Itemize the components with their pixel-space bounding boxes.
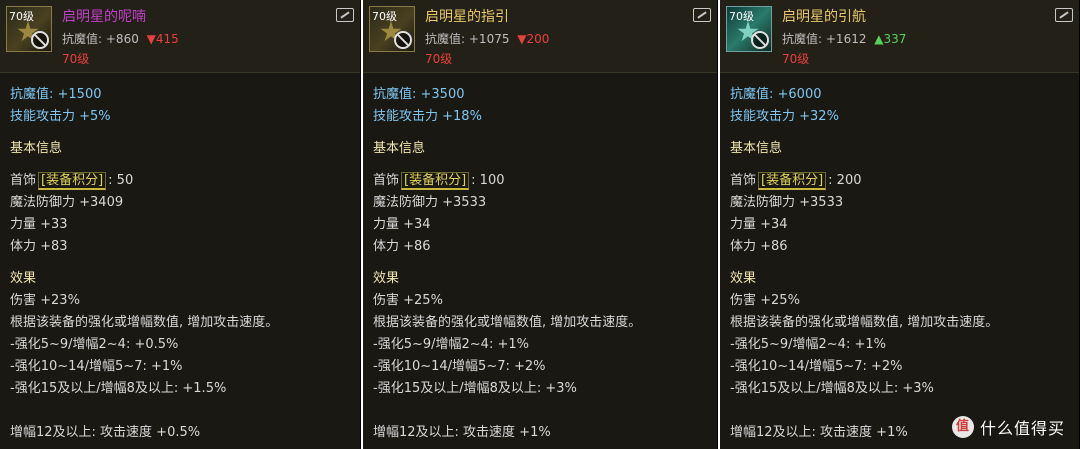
effect-line: 伤害 +23% <box>10 293 80 308</box>
item-level-badge: 70级 <box>729 10 754 23</box>
item-name: 启明星的指引 <box>425 9 509 25</box>
stat-label: 抗魔值: <box>782 32 823 46</box>
item-tooltip-panel-3: 70级 启明星的引航 抗魔值: +1612 ▲337 70级 抗魔值: +600… <box>720 0 1080 449</box>
effect-line: 根据该装备的强化或增幅数值, 增加攻击速度。 <box>10 315 279 330</box>
compare-icon[interactable] <box>1055 8 1073 22</box>
effect-line: 伤害 +25% <box>373 293 443 308</box>
effect-title: 效果 <box>373 271 400 286</box>
watermark: 值 什么值得买 <box>951 415 1065 439</box>
effect-line: 伤害 +25% <box>730 293 800 308</box>
equipment-score-tag[interactable]: [装备积分] <box>401 172 470 190</box>
score-prefix: 首饰 <box>730 173 757 188</box>
required-level: 70级 <box>782 52 810 66</box>
basic-stat-line: 力量 +33 <box>10 217 68 232</box>
effect-line: -强化5~9/增幅2~4: +1% <box>373 337 529 352</box>
tooltip-body: 抗魔值: +6000 技能攻击力 +32% 基本信息 首饰 [装备积分]: 200… <box>730 84 1073 444</box>
basic-stat-line: 魔法防御力 +3533 <box>730 195 844 210</box>
score-value: : 100 <box>471 173 505 188</box>
effect-line: 根据该装备的强化或增幅数值, 增加攻击速度。 <box>730 315 999 330</box>
effect-line: -强化5~9/增幅2~4: +1% <box>730 337 886 352</box>
stat-line: 抗魔值: +860 ▼415 <box>62 30 179 47</box>
tooltip-header: 70级 启明星的指引 抗魔值: +1075 ▼200 70级 <box>363 0 717 73</box>
equipment-score-line: 首饰 [装备积分]: 100 <box>373 170 711 192</box>
equipment-score-tag[interactable]: [装备积分] <box>38 172 107 190</box>
tooltip-header: 70级 启明星的呢喃 抗魔值: +860 ▼415 70级 <box>0 0 360 73</box>
basic-stat-line: 体力 +83 <box>10 239 68 254</box>
stat-value: +1075 <box>468 32 510 46</box>
item-icon[interactable]: 70级 <box>6 6 52 52</box>
stat-value: +1612 <box>825 32 867 46</box>
effect-line: -强化15及以上/增幅8及以上: +3% <box>373 381 577 396</box>
basic-stat-line: 魔法防御力 +3409 <box>10 195 124 210</box>
top-stat-line: 抗魔值: +1500 <box>10 87 102 102</box>
stat-line: 抗魔值: +1612 ▲337 <box>782 30 906 47</box>
compare-icon[interactable] <box>336 8 354 22</box>
stat-diff: ▼415 <box>146 32 179 46</box>
effect-title: 效果 <box>730 271 757 286</box>
top-stat-line: 技能攻击力 +18% <box>373 109 482 124</box>
stat-label: 抗魔值: <box>62 32 103 46</box>
basic-info-title: 基本信息 <box>373 141 426 156</box>
basic-stat-line: 体力 +86 <box>373 239 431 254</box>
prohibited-icon <box>394 31 412 49</box>
item-tooltip-panel-1: 70级 启明星的呢喃 抗魔值: +860 ▼415 70级 抗魔值: +1500… <box>0 0 361 449</box>
prohibited-icon <box>31 31 49 49</box>
tooltip-body: 抗魔值: +1500 技能攻击力 +5% 基本信息 首饰 [装备积分]: 50 魔… <box>10 84 354 444</box>
effect-line: -强化15及以上/增幅8及以上: +3% <box>730 381 934 396</box>
equipment-score-tag[interactable]: [装备积分] <box>758 172 827 190</box>
item-icon[interactable]: 70级 <box>726 6 772 52</box>
compare-icon[interactable] <box>693 8 711 22</box>
basic-stat-line: 力量 +34 <box>373 217 431 232</box>
tooltip-body: 抗魔值: +3500 技能攻击力 +18% 基本信息 首饰 [装备积分]: 100… <box>373 84 711 444</box>
required-level: 70级 <box>62 52 90 66</box>
bottom-effect-line: 增幅12及以上: 攻击速度 +0.5% <box>10 425 201 440</box>
equipment-score-line: 首饰 [装备积分]: 200 <box>730 170 1073 192</box>
basic-stat-line: 魔法防御力 +3533 <box>373 195 487 210</box>
effect-line: 根据该装备的强化或增幅数值, 增加攻击速度。 <box>373 315 642 330</box>
equipment-score-line: 首饰 [装备积分]: 50 <box>10 170 354 192</box>
stat-line: 抗魔值: +1075 ▼200 <box>425 30 549 47</box>
basic-info-title: 基本信息 <box>10 141 63 156</box>
effect-line: -强化10~14/增幅5~7: +1% <box>10 359 183 374</box>
smzdm-logo-icon: 值 <box>951 416 974 438</box>
bottom-effect-line: 增幅12及以上: 攻击速度 +1% <box>373 425 551 440</box>
prohibited-icon <box>751 31 769 49</box>
score-value: : 200 <box>828 173 862 188</box>
basic-stat-line: 力量 +34 <box>730 217 788 232</box>
item-name: 启明星的引航 <box>782 9 866 25</box>
effect-line: -强化10~14/增幅5~7: +2% <box>730 359 903 374</box>
top-stat-line: 技能攻击力 +5% <box>10 109 111 124</box>
stat-diff: ▲337 <box>874 32 907 46</box>
effect-line: -强化5~9/增幅2~4: +0.5% <box>10 337 179 352</box>
required-level: 70级 <box>425 52 453 66</box>
basic-stat-line: 体力 +86 <box>730 239 788 254</box>
effect-line: -强化15及以上/增幅8及以上: +1.5% <box>10 381 227 396</box>
stat-label: 抗魔值: <box>425 32 466 46</box>
item-level-badge: 70级 <box>372 10 397 23</box>
stat-value: +860 <box>105 32 139 46</box>
tooltip-header: 70级 启明星的引航 抗魔值: +1612 ▲337 70级 <box>720 0 1079 73</box>
score-prefix: 首饰 <box>10 173 37 188</box>
item-level-badge: 70级 <box>9 10 34 23</box>
score-prefix: 首饰 <box>373 173 400 188</box>
top-stat-line: 技能攻击力 +32% <box>730 109 839 124</box>
stat-diff: ▼200 <box>517 32 550 46</box>
top-stat-line: 抗魔值: +6000 <box>730 87 822 102</box>
effect-line: -强化10~14/增幅5~7: +2% <box>373 359 546 374</box>
effect-title: 效果 <box>10 271 37 286</box>
top-stat-line: 抗魔值: +3500 <box>373 87 465 102</box>
item-icon[interactable]: 70级 <box>369 6 415 52</box>
basic-info-title: 基本信息 <box>730 141 783 156</box>
item-name: 启明星的呢喃 <box>62 9 146 25</box>
item-tooltip-panel-2: 70级 启明星的指引 抗魔值: +1075 ▼200 70级 抗魔值: +350… <box>363 0 718 449</box>
score-value: : 50 <box>108 173 134 188</box>
watermark-text: 什么值得买 <box>979 419 1065 438</box>
